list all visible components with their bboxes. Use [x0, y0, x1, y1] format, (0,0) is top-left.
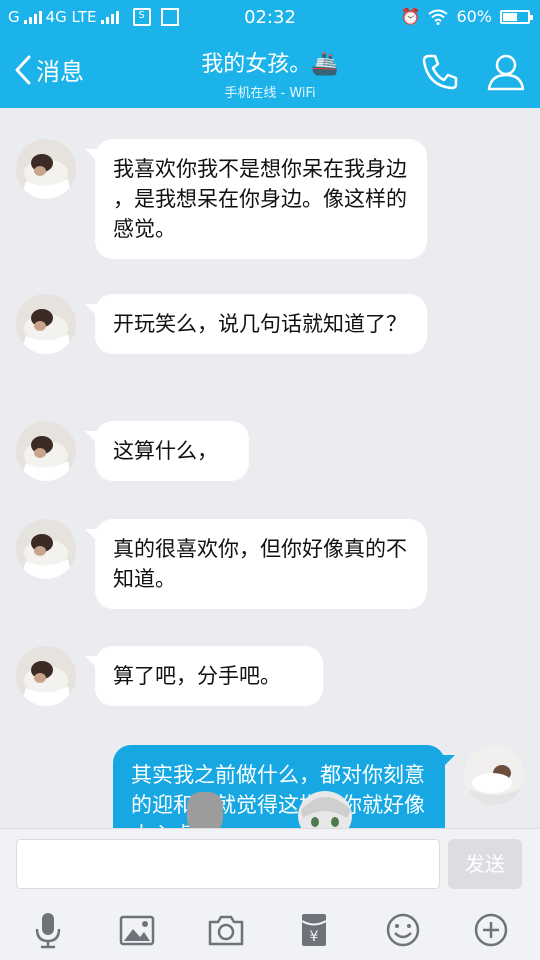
plus-icon[interactable]	[471, 910, 511, 950]
message-bubble[interactable]: 真的很喜欢你，但你好像真的不知道。	[85, 519, 427, 609]
message-text: 我喜欢你我不是想你呆在我身边 ，是我想呆在你身边。像这样的感觉。	[113, 157, 407, 241]
battery-percent: 60%	[456, 7, 492, 26]
send-button[interactable]: 发送	[448, 839, 522, 889]
sticker-overlay	[187, 791, 352, 828]
battery-icon	[500, 9, 533, 24]
red-packet-icon[interactable]: ¥	[294, 910, 334, 950]
message-text: 真的很喜欢你，但你好像真的不知道。	[113, 537, 407, 591]
image-icon[interactable]	[117, 910, 157, 950]
message-list[interactable]: 我喜欢你我不是想你呆在我身边 ，是我想呆在你身边。像这样的感觉。 开玩笑么，说几…	[0, 108, 540, 828]
alarm-icon: ⏰	[400, 7, 421, 26]
chat-header: 消息 我的女孩。🚢 手机在线 - WiFi	[0, 36, 540, 108]
self-avatar[interactable]	[464, 745, 524, 805]
input-bar: 发送	[0, 828, 540, 901]
message-bubble[interactable]: 我喜欢你我不是想你呆在我身边 ，是我想呆在你身边。像这样的感觉。	[85, 139, 427, 259]
message-text: 这算什么，	[113, 439, 218, 463]
svg-text:¥: ¥	[310, 929, 319, 945]
input-toolbar: ¥	[0, 900, 540, 960]
message-bubble[interactable]: 开玩笑么，说几句话就知道了？	[85, 294, 427, 354]
contact-avatar[interactable]	[16, 519, 76, 579]
phone-call-icon[interactable]	[420, 52, 460, 92]
contact-avatar[interactable]	[16, 421, 76, 481]
message-bubble[interactable]: 算了吧，分手吧。	[85, 646, 323, 706]
contact-avatar[interactable]	[16, 646, 76, 706]
message-text: 开玩笑么，说几句话就知道了？	[113, 312, 407, 336]
emoji-icon[interactable]	[383, 910, 423, 950]
status-right: ⏰ 60%	[400, 7, 533, 26]
status-bar: G 4G LTE S 02:32 ⏰ 60%	[0, 0, 540, 36]
contact-avatar[interactable]	[16, 139, 76, 199]
camera-icon[interactable]	[206, 910, 246, 950]
message-input[interactable]	[16, 839, 440, 889]
microphone-icon[interactable]	[28, 910, 68, 950]
wifi-icon	[428, 9, 449, 25]
message-bubble[interactable]: 这算什么，	[85, 421, 249, 481]
profile-icon[interactable]	[486, 52, 526, 92]
message-text: 算了吧，分手吧。	[113, 664, 281, 688]
contact-avatar[interactable]	[16, 294, 76, 354]
